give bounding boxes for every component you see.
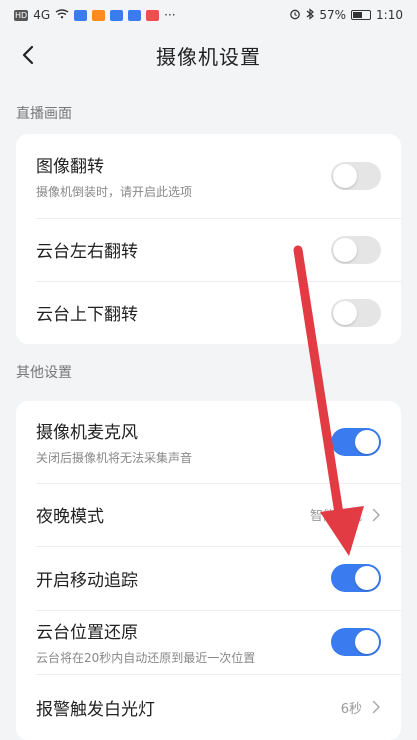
row-subtitle: 云台将在20秒内自动还原到最近一次位置 (36, 651, 256, 665)
row-label: 云台左右翻转 (36, 242, 138, 262)
setting-row-microphone: 摄像机麦克风 关闭后摄像机将无法采集声音 (16, 401, 401, 483)
battery-percent: 57% (319, 8, 347, 22)
toggle-knob (355, 630, 379, 654)
app-notification-icon (128, 9, 142, 21)
row-text: 云台位置还原 云台将在20秒内自动还原到最近一次位置 (36, 618, 255, 666)
row-label: 报警触发白光灯 (36, 699, 155, 720)
battery-icon (351, 10, 372, 20)
toggle-knob (355, 566, 379, 590)
night-mode-value: 智能夜视 (309, 509, 362, 524)
setting-row-ptz-reset: 云台位置还原 云台将在20秒内自动还原到最近一次位置 (16, 610, 401, 674)
tilt-flip-toggle[interactable] (331, 298, 381, 327)
wifi-icon (55, 8, 69, 22)
alarm-light-value: 6秒 (340, 701, 362, 717)
toggle-knob (333, 164, 357, 188)
row-label: 摄像机麦克风 (36, 423, 138, 443)
motion-tracking-toggle[interactable] (331, 564, 381, 592)
chevron-left-icon (22, 45, 34, 65)
section-title-live-view: 直播画面 (16, 106, 72, 122)
alarm-light-value-wrap: 6秒 (341, 698, 381, 717)
status-time: 1:10 (376, 8, 403, 22)
signal-4g-icon: 4G (33, 8, 51, 22)
row-label: 图像翻转 (36, 157, 104, 177)
hd-icon: HD (14, 9, 29, 21)
more-icon: ··· (164, 8, 176, 22)
row-label: 开启移动追踪 (36, 570, 138, 591)
app-notification-icon (74, 9, 88, 21)
microphone-toggle[interactable] (331, 428, 381, 456)
page-title: 摄像机设置 (156, 44, 261, 69)
app-notification-icon (146, 9, 160, 21)
setting-row-motion-tracking: 开启移动追踪 (16, 546, 401, 610)
chevron-right-icon (372, 700, 380, 714)
row-text: 摄像机麦克风 关闭后摄像机将无法采集声音 (36, 418, 192, 466)
alarm-icon (289, 8, 301, 23)
bluetooth-icon (306, 7, 315, 23)
night-mode-value-wrap: 智能夜视 (310, 505, 381, 524)
toggle-knob (333, 300, 357, 325)
status-left-icons: HD 4G ··· (14, 8, 176, 22)
app-notification-icon (110, 9, 124, 21)
setting-row-pan-flip: 云台左右翻转 (16, 218, 401, 281)
chevron-right-icon (372, 508, 380, 521)
row-label: 云台位置还原 (36, 623, 138, 643)
row-label: 云台上下翻转 (36, 305, 138, 325)
row-label: 夜晚模式 (36, 507, 104, 527)
live-view-card: 图像翻转 摄像机倒装时，请开启此选项 云台左右翻转 云台上下翻转 (16, 134, 401, 344)
ptz-reset-toggle[interactable] (331, 628, 381, 656)
toggle-knob (355, 430, 379, 454)
setting-row-image-flip: 图像翻转 摄像机倒装时，请开启此选项 (16, 134, 401, 218)
setting-row-alarm-light[interactable]: 报警触发白光灯 6秒 (16, 674, 401, 740)
setting-row-night-mode[interactable]: 夜晚模式 智能夜视 (16, 483, 401, 546)
toggle-knob (333, 237, 357, 262)
header: 摄像机设置 (0, 30, 417, 80)
section-title-other-settings: 其他设置 (16, 365, 72, 381)
status-right-icons: 57% 1:10 (289, 7, 403, 23)
row-subtitle: 摄像机倒装时，请开启此选项 (36, 185, 193, 199)
back-button[interactable] (12, 39, 44, 71)
image-flip-toggle[interactable] (331, 162, 381, 190)
other-settings-card: 摄像机麦克风 关闭后摄像机将无法采集声音 夜晚模式 智能夜视 开启移动追踪 云台… (16, 401, 401, 740)
setting-row-tilt-flip: 云台上下翻转 (16, 281, 401, 344)
row-text: 图像翻转 摄像机倒装时，请开启此选项 (36, 152, 192, 200)
row-subtitle: 关闭后摄像机将无法采集声音 (36, 451, 193, 465)
pan-flip-toggle[interactable] (331, 235, 381, 264)
status-bar: HD 4G ··· 57% 1:10 (0, 0, 417, 30)
media-icon (92, 9, 106, 21)
